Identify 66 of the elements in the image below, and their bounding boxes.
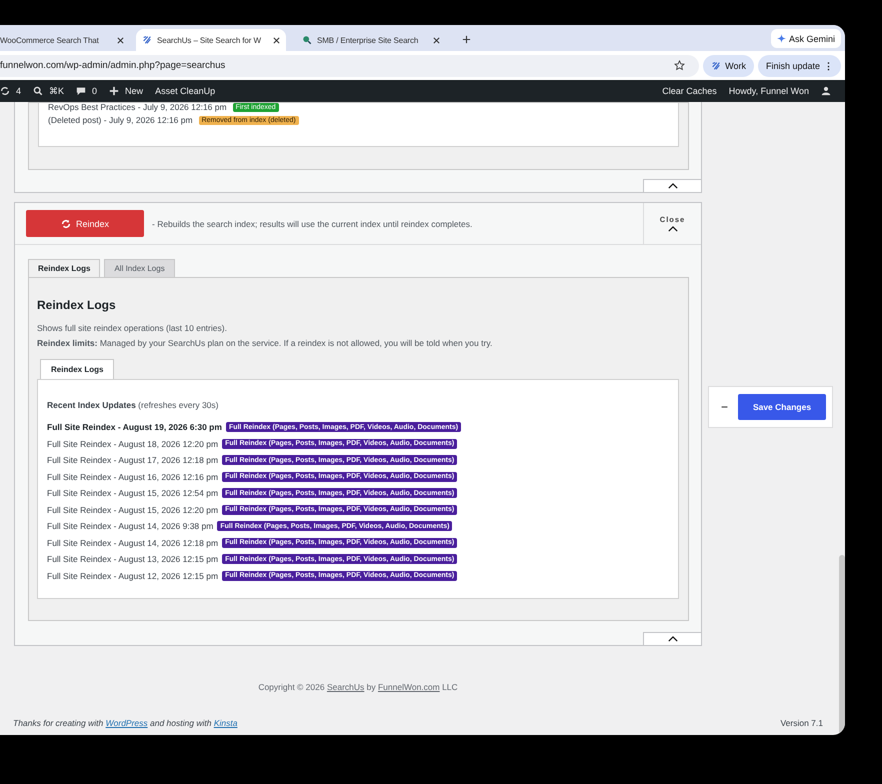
tab[interactable]: All Index Logs xyxy=(104,259,175,277)
shortcut-label[interactable]: ⌘K xyxy=(49,86,64,96)
log-entry-text: Full Site Reindex - August 16, 2026 12:16 pm xyxy=(47,472,218,482)
log-entry-text: Full Site Reindex - August 18, 2026 12:20 pm xyxy=(47,438,218,449)
scrollbar-thumb[interactable] xyxy=(839,555,845,735)
clear-caches-menu-item[interactable]: Clear Caches xyxy=(662,86,717,96)
log-entry-text: Full Site Reindex - August 15, 2026 12:20 pm xyxy=(47,504,218,515)
slash-logo-icon xyxy=(711,60,722,70)
searchus-link[interactable]: SearchUs xyxy=(326,682,364,692)
log-entry-text: Full Site Reindex - August 14, 2026 12:18 pm xyxy=(47,538,218,548)
new-menu-item[interactable]: New xyxy=(125,86,144,96)
tab[interactable]: Reindex Logs xyxy=(28,259,100,277)
ask-gemini-button[interactable]: Ask Gemini xyxy=(770,29,841,48)
log-heading: Recent Index Updates (refreshes every 30s) xyxy=(47,400,220,410)
log-entry-text: Full Site Reindex - August 13, 2026 12:15 pm xyxy=(47,554,218,564)
chevron-up-icon xyxy=(668,183,678,189)
chevron-up-icon xyxy=(668,636,678,642)
chevron-up-icon xyxy=(668,226,678,232)
footer-credit-text: Thanks for creating with WordPress and hosting with Kinsta xyxy=(13,718,238,728)
tab[interactable]: Reindex Logs xyxy=(40,359,114,379)
version-text: Version 7.1 xyxy=(780,718,823,728)
refresh-icon[interactable] xyxy=(0,86,10,96)
collapse-toggle[interactable] xyxy=(643,179,702,193)
refresh-icon xyxy=(60,218,71,228)
profile-button[interactable]: Work xyxy=(703,54,754,76)
account-menu-item[interactable]: Howdy, Funnel Won xyxy=(728,86,809,96)
comments-count[interactable]: 0 xyxy=(92,86,98,96)
address-bar[interactable]: funnelwon.com/wp-admin/admin.php?page=searchus xyxy=(0,54,700,76)
plus-icon[interactable] xyxy=(109,86,120,96)
sparkle-icon xyxy=(776,34,786,43)
browser-tab[interactable]: WooCommerce Search That xyxy=(0,29,130,51)
finish-update-button[interactable]: Finish update ⋮ xyxy=(758,54,841,76)
log-entry-text: Full Site Reindex - August 15, 2026 12:54 pm xyxy=(47,488,218,498)
comment-icon[interactable] xyxy=(76,86,86,96)
bookmark-star-icon[interactable] xyxy=(674,60,686,71)
asset-cleanup-menu-item[interactable]: Asset CleanUp xyxy=(155,86,216,96)
new-tab-icon[interactable] xyxy=(462,35,471,44)
log-entry-text: Full Site Reindex - August 19, 2026 6:30 pm xyxy=(47,422,222,432)
collapse-button[interactable]: − xyxy=(717,400,732,414)
more-menu-icon[interactable]: ⋮ xyxy=(824,60,833,70)
log-entry-text: Full Site Reindex - August 14, 2026 9:38 pm xyxy=(47,521,214,532)
reindex-limits-note: Reindex limits: Managed by your SearchUs plan on the service. If a reindex is not allowed, you will be told when you try. xyxy=(37,338,494,348)
search-icon[interactable] xyxy=(33,86,44,96)
reindex-button[interactable]: Reindex xyxy=(26,210,144,237)
funnelwon-link[interactable]: FunnelWon.com xyxy=(378,682,440,692)
browser-tab[interactable]: SMB / Enterprise Site Search xyxy=(296,29,446,51)
section-description: Shows full site reindex operations (last 10 entries). xyxy=(37,323,228,333)
browser-tab[interactable]: SearchUs – Site Search for W xyxy=(136,29,286,51)
slash-logo-icon xyxy=(142,35,152,45)
save-changes-button[interactable]: Save Changes xyxy=(738,394,826,420)
log-entry-text: Full Site Reindex - August 12, 2026 12:15 pm xyxy=(47,570,218,581)
close-icon[interactable] xyxy=(117,36,124,44)
collapse-toggle[interactable] xyxy=(643,632,702,646)
reindex-description: - Rebuilds the search index; results will use the current index until reindex completes. xyxy=(152,218,474,228)
copyright-text: Copyright © 2026 SearchUs by FunnelWon.com LLC xyxy=(257,682,459,692)
close-icon[interactable] xyxy=(433,36,440,44)
log-entry-text: Full Site Reindex - August 17, 2026 12:18 pm xyxy=(47,455,218,466)
updates-count[interactable]: 4 xyxy=(16,86,22,96)
user-icon[interactable] xyxy=(821,86,831,96)
recent-item-text: (Deleted post) - July 9, 2026 12:16 pm xyxy=(48,115,193,125)
kinsta-link[interactable]: Kinsta xyxy=(214,718,238,728)
recent-item-text: RevOps Best Practices - July 9, 2026 12:16 pm xyxy=(48,102,227,112)
wordpress-link[interactable]: WordPress xyxy=(106,718,148,728)
magnifier-icon xyxy=(302,35,312,45)
close-icon[interactable] xyxy=(273,36,280,44)
section-heading: Reindex Logs xyxy=(37,298,117,312)
